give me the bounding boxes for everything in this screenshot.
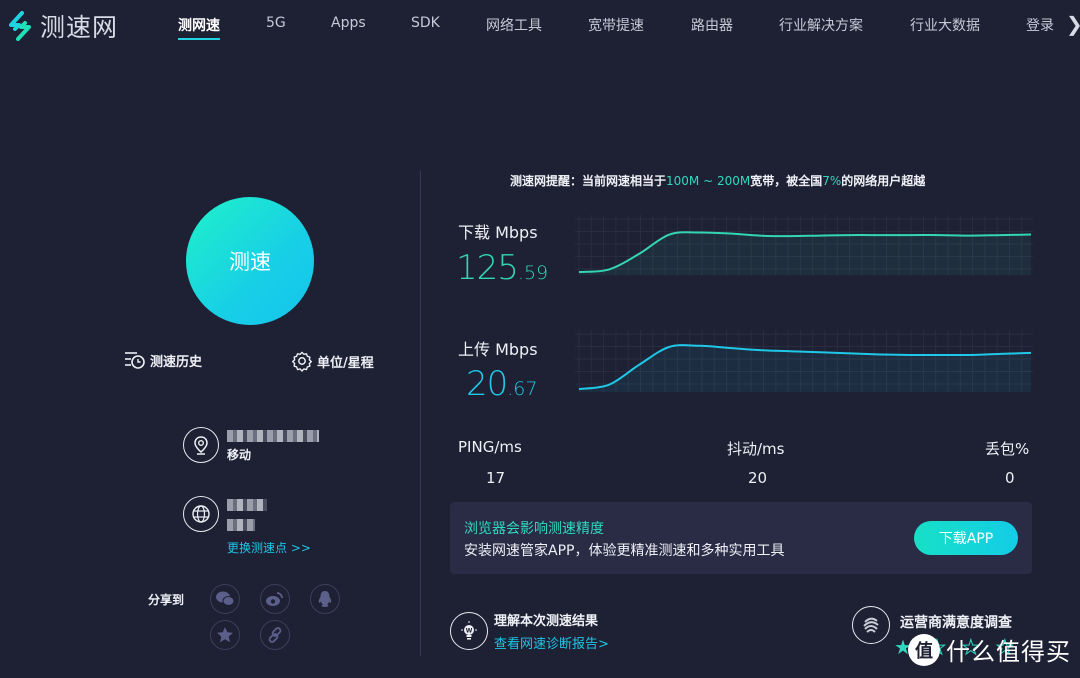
- nav-item-sdk[interactable]: SDK: [411, 15, 440, 31]
- app-promo-banner: 浏览器会影响测速精度 安装网速管家APP，体验更精准测速和多种实用工具 下载AP…: [450, 502, 1032, 574]
- change-server-link[interactable]: 更换测速点 >>: [227, 539, 311, 556]
- gear-icon: [291, 351, 313, 372]
- location-redacted: [227, 425, 319, 445]
- server-redacted-1: [227, 494, 267, 514]
- settings-label: 单位/星程: [317, 355, 374, 371]
- download-app-button[interactable]: 下载APP: [914, 521, 1018, 555]
- link-icon[interactable]: [260, 620, 290, 650]
- qq-icon[interactable]: [310, 584, 340, 614]
- promo-title: 浏览器会影响测速精度: [464, 521, 604, 537]
- wechat-icon[interactable]: [210, 584, 240, 614]
- download-dec: .59: [517, 262, 549, 284]
- packet-loss-label: 丢包%: [985, 440, 1030, 458]
- share-label: 分享到: [148, 593, 185, 607]
- svg-text:W: W: [466, 627, 473, 634]
- nav-item-solutions[interactable]: 行业解决方案: [779, 15, 863, 35]
- settings-button[interactable]: 单位/星程: [291, 350, 374, 372]
- upload-value: 20.67: [466, 364, 537, 404]
- nav-item-router[interactable]: 路由器: [691, 15, 733, 35]
- location-pin-icon: [183, 427, 219, 463]
- download-int: 125: [456, 248, 519, 288]
- download-value: 125.59: [456, 248, 548, 288]
- speed-tip: 测速网提醒：当前网速相当于100M ~ 200M宽带，被全国7%的网络用户超越: [510, 172, 925, 189]
- promo-description: 安装网速管家APP，体验更精准测速和多种实用工具: [464, 543, 785, 559]
- qzone-icon[interactable]: [210, 620, 240, 650]
- survey-title[interactable]: 运营商满意度调查: [900, 612, 1012, 632]
- jitter-value: 20: [748, 469, 768, 487]
- china-mobile-logo-icon: [852, 606, 890, 644]
- location-info: 移动: [183, 425, 319, 465]
- ping-label: PING/ms: [458, 438, 522, 456]
- upload-label: 上传 Mbps: [458, 340, 538, 359]
- watermark-text: 什么值得买: [946, 638, 1071, 666]
- tip-range: 100M ~ 200M: [666, 174, 751, 188]
- start-test-button[interactable]: 测速: [186, 197, 314, 325]
- weibo-icon[interactable]: [260, 584, 290, 614]
- tip-suffix: 的网络用户超越: [841, 174, 926, 188]
- upload-chart: [575, 330, 1033, 392]
- download-label: 下载 Mbps: [458, 223, 538, 242]
- nav-item-big-data[interactable]: 行业大数据: [910, 15, 980, 35]
- isp-name: 移动: [227, 448, 252, 462]
- nav-more-icon[interactable]: ❯: [1066, 12, 1080, 36]
- watermark: 值 什么值得买: [908, 632, 1071, 667]
- tip-prefix: 测速网提醒：当前网速相当于: [510, 174, 667, 188]
- server-info: [183, 494, 267, 534]
- start-test-label: 测速: [229, 250, 271, 274]
- understand-results: W 理解本次测速结果 查看网速诊断报告>: [450, 610, 609, 652]
- nav-item-network-tools[interactable]: 网络工具: [486, 15, 542, 35]
- jitter-label: 抖动/ms: [727, 440, 785, 458]
- upload-int: 20: [466, 364, 508, 404]
- nav-item-login[interactable]: 登录: [1026, 15, 1054, 35]
- watermark-badge: 值: [908, 633, 940, 666]
- nav-item-broadband[interactable]: 宽带提速: [588, 15, 644, 35]
- history-icon: [125, 352, 145, 369]
- download-chart: [575, 215, 1033, 275]
- packet-loss-value: 0: [1005, 469, 1015, 487]
- understand-title: 理解本次测速结果: [494, 614, 599, 629]
- ping-value: 17: [486, 469, 506, 487]
- series-area: [579, 232, 1031, 275]
- nav-item-speedtest[interactable]: 测网速: [178, 15, 220, 40]
- server-redacted-2: [227, 514, 267, 534]
- lightbulb-icon: W: [450, 612, 488, 650]
- panel-divider: [420, 170, 421, 656]
- tip-percent: 7%: [822, 174, 842, 188]
- tip-middle: 宽带，被全国: [750, 174, 823, 188]
- nav-item-apps[interactable]: Apps: [331, 15, 366, 31]
- upload-dec: .67: [507, 378, 538, 400]
- main-nav: 测网速 5G Apps SDK 网络工具 宽带提速 路由器 行业解决方案 行业大…: [0, 0, 1080, 50]
- header: 测速网 测网速 5G Apps SDK 网络工具 宽带提速 路由器 行业解决方案…: [0, 0, 1080, 50]
- diagnosis-report-link[interactable]: 查看网速诊断报告>: [494, 633, 609, 652]
- nav-item-5g[interactable]: 5G: [266, 15, 286, 31]
- globe-icon: [183, 496, 219, 532]
- history-label: 测速历史: [150, 354, 203, 370]
- history-button[interactable]: 测速历史: [124, 350, 202, 370]
